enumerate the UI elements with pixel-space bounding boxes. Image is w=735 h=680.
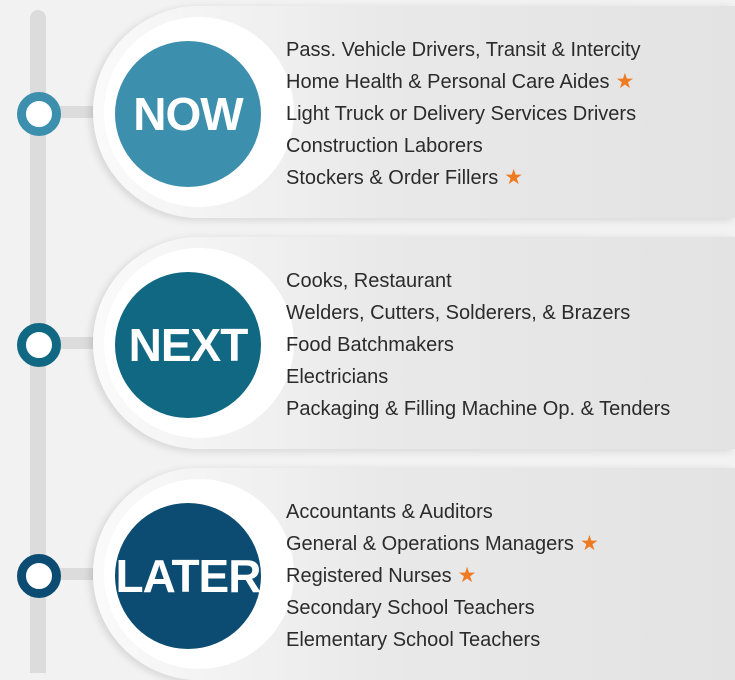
occupation-list: Accountants & Auditors General & Operati…: [286, 496, 599, 656]
occupation-name: Light Truck or Delivery Services Drivers: [286, 103, 637, 125]
occupation-name: Food Batchmakers: [286, 334, 454, 356]
timeline-node-icon: [17, 92, 61, 136]
list-item: Food Batchmakers: [286, 329, 676, 361]
list-item: Pass. Vehicle Drivers, Transit & Interci…: [286, 34, 647, 66]
occupation-name: Elementary School Teachers: [286, 629, 541, 651]
occupation-name: Welders, Cutters, Solderers, & Brazers: [286, 302, 631, 324]
list-item: General & Operations Managers ★: [286, 528, 599, 560]
stage-now: NOW Pass. Vehicle Drivers, Transit & Int…: [0, 6, 735, 218]
timeline-node-icon: [17, 554, 61, 598]
occupation-name: Cooks, Restaurant: [286, 270, 452, 292]
star-icon: ★: [504, 166, 524, 189]
stage-later: LATER Accountants & Auditors General & O…: [0, 468, 735, 680]
star-icon: ★: [457, 564, 477, 587]
list-item: Home Health & Personal Care Aides ★: [286, 66, 647, 98]
occupation-list: Pass. Vehicle Drivers, Transit & Interci…: [286, 34, 647, 194]
occupation-name: Accountants & Auditors: [286, 501, 493, 523]
occupation-name: Construction Laborers: [286, 135, 483, 157]
list-item: Secondary School Teachers: [286, 592, 599, 624]
occupation-name: Packaging & Filling Machine Op. & Tender…: [286, 398, 671, 420]
occupation-name: Stockers & Order Fillers: [286, 167, 499, 189]
occupation-name: Home Health & Personal Care Aides: [286, 71, 610, 93]
list-item: Registered Nurses ★: [286, 560, 599, 592]
list-item: Light Truck or Delivery Services Drivers: [286, 98, 647, 130]
list-item: Cooks, Restaurant: [286, 265, 676, 297]
list-item: Welders, Cutters, Solderers, & Brazers: [286, 297, 676, 329]
occupation-list: Cooks, Restaurant Welders, Cutters, Sold…: [286, 265, 676, 425]
occupation-name: General & Operations Managers: [286, 533, 574, 555]
star-icon: ★: [579, 532, 599, 555]
occupation-name: Pass. Vehicle Drivers, Transit & Interci…: [286, 39, 641, 61]
list-item: Stockers & Order Fillers ★: [286, 162, 647, 194]
stage-label-next: NEXT: [115, 272, 261, 418]
list-item: Construction Laborers: [286, 130, 647, 162]
timeline-node-icon: [17, 323, 61, 367]
star-icon: ★: [615, 70, 635, 93]
occupation-name: Registered Nurses: [286, 565, 452, 587]
occupation-name: Secondary School Teachers: [286, 597, 535, 619]
list-item: Elementary School Teachers: [286, 624, 599, 656]
list-item: Accountants & Auditors: [286, 496, 599, 528]
stage-label-now: NOW: [115, 41, 261, 187]
stage-next: NEXT Cooks, Restaurant Welders, Cutters,…: [0, 237, 735, 449]
list-item: Electricians: [286, 361, 676, 393]
occupation-name: Electricians: [286, 366, 389, 388]
stage-label-later: LATER: [115, 503, 261, 649]
list-item: Packaging & Filling Machine Op. & Tender…: [286, 393, 676, 425]
